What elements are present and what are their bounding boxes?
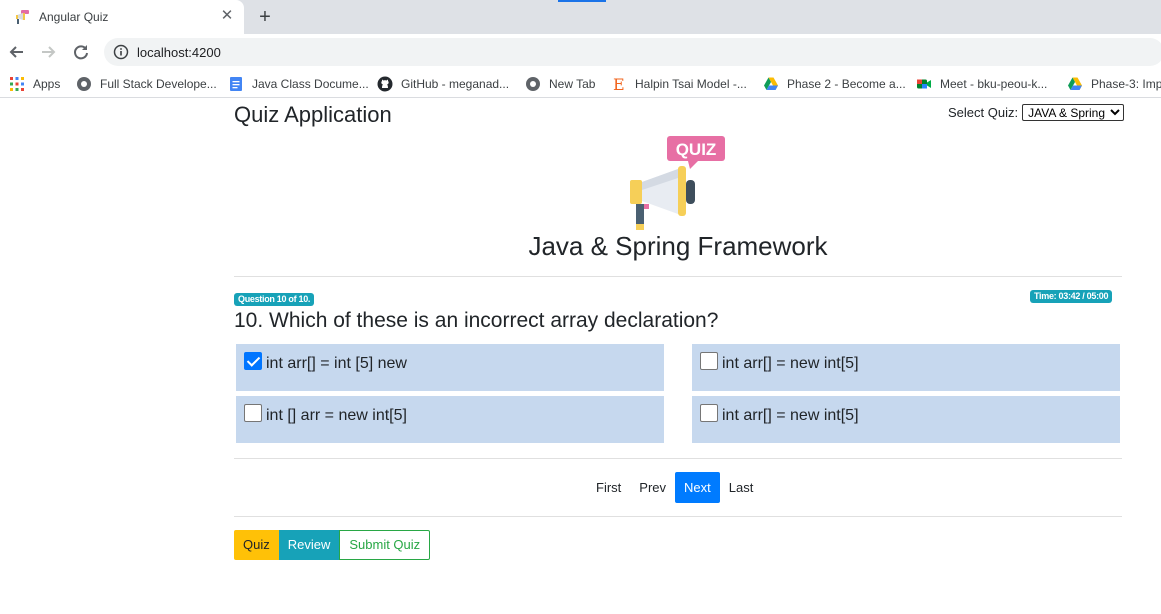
answer-checkbox[interactable] (244, 404, 262, 422)
pager-next-button[interactable]: Next (675, 472, 720, 503)
close-icon[interactable]: ✕ (218, 7, 236, 25)
new-tab-button[interactable]: + (255, 6, 275, 28)
tab-indicator (558, 0, 606, 2)
answer-text: int arr[] = new int[5] (722, 355, 859, 372)
bookmark-label: GitHub - meganad... (401, 77, 510, 91)
question-count-badge: Question 10 of 10. (234, 293, 315, 306)
bookmark-label: Phase 2 - Become a... (787, 77, 906, 91)
answer-option[interactable]: int arr[] = new int[5] (692, 344, 1120, 391)
url-text[interactable]: localhost:4200 (137, 45, 221, 60)
bookmark-github[interactable]: GitHub - meganad... (377, 76, 509, 92)
answer-option[interactable]: int arr[] = new int[5] (692, 396, 1120, 443)
bookmark-label: Apps (33, 77, 61, 91)
quiz-megaphone-logo: QUIZ (630, 136, 725, 230)
quiz-mode-button[interactable]: Quiz (234, 530, 279, 560)
answer-text: int arr[] = new int[5] (722, 407, 859, 424)
timer-badge: Time: 03:42 / 05:00 (1030, 290, 1113, 303)
bookmark-label: Java Class Docume... (252, 77, 369, 91)
answer-option[interactable]: int [] arr = new int[5] (236, 396, 664, 443)
submit-quiz-button[interactable]: Submit Quiz (339, 530, 431, 560)
google-drive-icon (764, 77, 778, 90)
google-docs-icon (230, 77, 242, 91)
question-text: 10. Which of these is an incorrect array… (234, 309, 719, 332)
answer-option[interactable]: int arr[] = int [5] new (236, 344, 664, 391)
back-arrow-icon[interactable] (6, 41, 28, 63)
answer-checkbox-checked[interactable] (244, 352, 262, 370)
bookmark-label: Phase-3: Imp (1091, 77, 1161, 91)
reload-icon[interactable] (70, 41, 92, 63)
bookmark-halpin-tsai[interactable]: E Halpin Tsai Model -... (611, 76, 747, 92)
quiz-favicon-icon (16, 10, 29, 24)
bookmark-label: Full Stack Develope... (100, 77, 217, 91)
pager-prev-button[interactable]: Prev (630, 472, 675, 503)
page-title: Quiz Application (234, 102, 392, 127)
address-bar[interactable] (104, 38, 1161, 66)
select-label: Select Quiz: (948, 105, 1019, 120)
apps-grid-icon (10, 77, 24, 91)
pager-last-button[interactable]: Last (720, 472, 763, 503)
bookmark-label: Halpin Tsai Model -... (635, 77, 747, 91)
pagination: First Prev Next Last (587, 472, 762, 503)
tab-title: Angular Quiz (39, 10, 109, 24)
forward-arrow-icon[interactable] (37, 41, 59, 63)
browser-tab[interactable]: Angular Quiz ✕ (0, 0, 244, 34)
globe-icon (77, 77, 91, 91)
github-icon (377, 76, 393, 92)
logo-text: QUIZ (676, 140, 717, 159)
mode-button-group: Quiz Review Submit Quiz (234, 530, 431, 560)
divider (234, 458, 1122, 459)
quiz-name-heading: Java & Spring Framework (528, 231, 828, 261)
bookmark-apps[interactable]: Apps (9, 76, 60, 92)
divider (234, 516, 1122, 517)
globe-icon (526, 77, 540, 91)
bookmark-phase-3[interactable]: Phase-3: Imp (1067, 76, 1161, 92)
etsy-e-icon: E (613, 76, 625, 92)
tab-strip: Angular Quiz ✕ + (0, 0, 1161, 34)
bookmark-java-class[interactable]: Java Class Docume... (228, 76, 369, 92)
google-meet-icon (917, 79, 931, 89)
bookmark-meet[interactable]: Meet - bku-peou-k... (916, 76, 1047, 92)
bookmark-label: Meet - bku-peou-k... (940, 77, 1048, 91)
info-icon[interactable] (113, 44, 129, 60)
quiz-selector: Select Quiz: JAVA & Spring (948, 104, 1125, 121)
bookmark-full-stack[interactable]: Full Stack Develope... (76, 76, 217, 92)
google-drive-icon (1068, 77, 1082, 90)
bookmark-label: New Tab (549, 77, 596, 91)
divider (234, 276, 1122, 277)
quiz-select[interactable]: JAVA & Spring (1022, 104, 1125, 121)
bookmark-new-tab[interactable]: New Tab (525, 76, 595, 92)
answer-text: int arr[] = int [5] new (266, 355, 407, 372)
svg-text:E: E (613, 76, 625, 92)
answer-checkbox[interactable] (700, 404, 718, 422)
answer-checkbox[interactable] (700, 352, 718, 370)
bookmark-phase-2[interactable]: Phase 2 - Become a... (763, 76, 906, 92)
pager-first-button[interactable]: First (587, 472, 630, 503)
review-mode-button[interactable]: Review (278, 530, 340, 560)
answer-text: int [] arr = new int[5] (266, 407, 407, 424)
